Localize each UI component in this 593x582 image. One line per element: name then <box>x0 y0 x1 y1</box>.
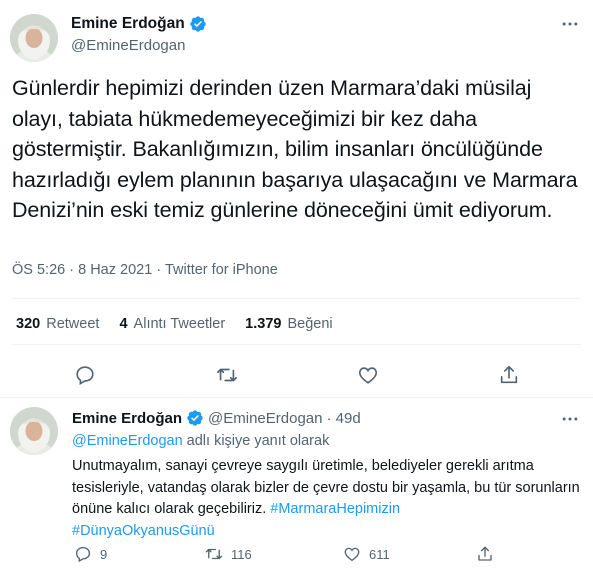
like-count-link[interactable]: 1.379 Beğeni <box>245 316 332 332</box>
reply-author-name[interactable]: Emine Erdoğan <box>72 410 182 427</box>
retweet-count: 116 <box>231 546 252 562</box>
reply-button[interactable]: 9 <box>74 545 107 563</box>
tweet-source[interactable]: Twitter for iPhone <box>165 262 278 278</box>
reply-button[interactable] <box>72 362 98 388</box>
reply-icon <box>75 546 91 563</box>
reply-avatar[interactable] <box>10 407 58 455</box>
share-button[interactable] <box>476 545 494 563</box>
verified-badge-icon <box>189 15 207 33</box>
replying-to-text: adlı kişiye yanıt olarak <box>182 433 330 449</box>
replying-to: @EmineErdogan adlı kişiye yanıt olarak <box>72 433 329 449</box>
reply-header: Emine Erdoğan @EmineErdogan · 49d <box>72 409 361 427</box>
engagement-stats: 320 Retweet 4 Alıntı Tweetler 1.379 Beğe… <box>16 316 333 332</box>
retweet-button[interactable]: 116 <box>205 545 252 563</box>
tweet-time[interactable]: ÖS 5:26 <box>12 262 65 278</box>
hashtag-link[interactable]: #DünyaOkyanusGünü <box>72 523 215 539</box>
reply-text: Unutmayalım, sanayi çevreye saygılı üret… <box>72 456 582 542</box>
tweet-date[interactable]: 8 Haz 2021 <box>78 262 152 278</box>
tweet-meta: ÖS 5:26 · 8 Haz 2021 · Twitter for iPhon… <box>12 262 278 278</box>
reply-count: 9 <box>100 546 108 562</box>
reply-actions: 9 116 611 <box>0 545 593 567</box>
share-icon <box>478 546 492 561</box>
verified-badge-icon <box>186 409 204 427</box>
reply-icon <box>76 366 94 385</box>
divider <box>12 344 581 345</box>
retweet-label: Retweet <box>46 316 100 332</box>
like-count: 611 <box>369 546 390 562</box>
retweet-icon <box>217 368 237 382</box>
quote-label: Alıntı Tweetler <box>133 316 226 332</box>
retweet-count: 320 <box>16 316 41 332</box>
share-button[interactable] <box>496 362 522 388</box>
share-icon <box>500 365 518 384</box>
hashtag-link[interactable]: #MarmaraHepimizin <box>270 501 400 517</box>
divider <box>12 298 581 299</box>
meta-separator: · <box>156 262 162 278</box>
like-button[interactable] <box>355 362 381 388</box>
author-name[interactable]: Emine Erdoğan <box>71 15 185 33</box>
retweet-button[interactable] <box>214 362 240 388</box>
quote-count-link[interactable]: 4 Alıntı Tweetler <box>119 316 225 332</box>
replying-to-mention[interactable]: @EmineErdogan <box>72 433 183 449</box>
divider <box>0 397 593 398</box>
meta-separator: · <box>69 262 75 278</box>
retweet-count-link[interactable]: 320 Retweet <box>16 316 99 332</box>
like-icon <box>358 367 378 384</box>
like-count: 1.379 <box>245 316 282 332</box>
tweet-actions <box>0 360 593 390</box>
like-button[interactable]: 611 <box>343 545 390 563</box>
main-tweet: Emine Erdoğan @EmineErdogan Günlerdir he… <box>0 0 593 398</box>
author-handle[interactable]: @EmineErdogan <box>71 37 185 54</box>
like-label: Beğeni <box>287 316 333 332</box>
quote-count: 4 <box>119 316 128 332</box>
like-icon <box>344 547 360 562</box>
more-icon[interactable] <box>560 14 580 34</box>
reply-age[interactable]: · 49d <box>327 410 361 427</box>
reply-author-handle[interactable]: @EmineErdogan <box>208 410 322 427</box>
author-name-row: Emine Erdoğan <box>71 15 207 33</box>
retweet-icon <box>205 548 223 560</box>
tweet-text: Günlerdir hepimizi derinden üzen Marmara… <box>12 76 578 222</box>
avatar[interactable] <box>10 14 58 62</box>
more-icon[interactable] <box>560 409 580 429</box>
